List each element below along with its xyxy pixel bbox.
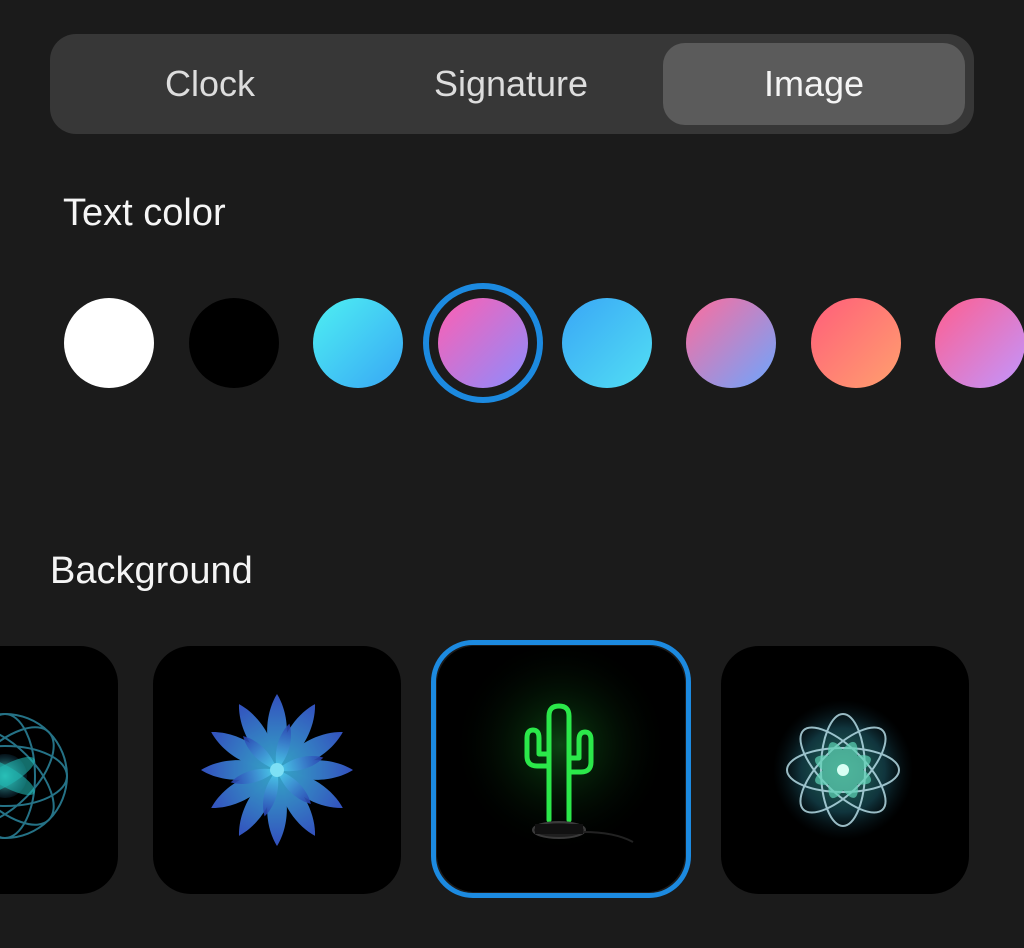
- crystal-kaleidoscope-icon: [773, 700, 913, 840]
- tab-image[interactable]: Image: [663, 43, 965, 125]
- color-swatch-pink-violet[interactable]: [438, 298, 528, 388]
- color-swatch-cyan-blue[interactable]: [313, 298, 403, 388]
- color-swatch-black[interactable]: [189, 298, 279, 388]
- background-thumb-3[interactable]: [437, 646, 685, 892]
- style-tabs: Clock Signature Image: [50, 34, 974, 134]
- tab-clock[interactable]: Clock: [60, 43, 360, 125]
- neon-cactus-icon: [437, 646, 685, 892]
- tab-signature[interactable]: Signature: [361, 43, 661, 125]
- background-thumb-1[interactable]: [0, 646, 118, 894]
- background-heading: Background: [50, 550, 253, 592]
- color-swatch-sky-blue[interactable]: [562, 298, 652, 388]
- teal-mandala-icon: [0, 713, 68, 839]
- color-swatch-white[interactable]: [64, 298, 154, 388]
- blue-flower-icon: [201, 694, 353, 846]
- color-swatch-pink-lavender[interactable]: [935, 298, 1024, 388]
- background-thumb-2[interactable]: [153, 646, 401, 894]
- background-thumb-4[interactable]: [721, 646, 969, 894]
- aod-settings-page: Clock Signature Image Text color Backgro…: [0, 0, 1024, 948]
- text-color-heading: Text color: [63, 192, 226, 234]
- color-swatch-coral-peach[interactable]: [811, 298, 901, 388]
- color-swatch-pink-blue[interactable]: [686, 298, 776, 388]
